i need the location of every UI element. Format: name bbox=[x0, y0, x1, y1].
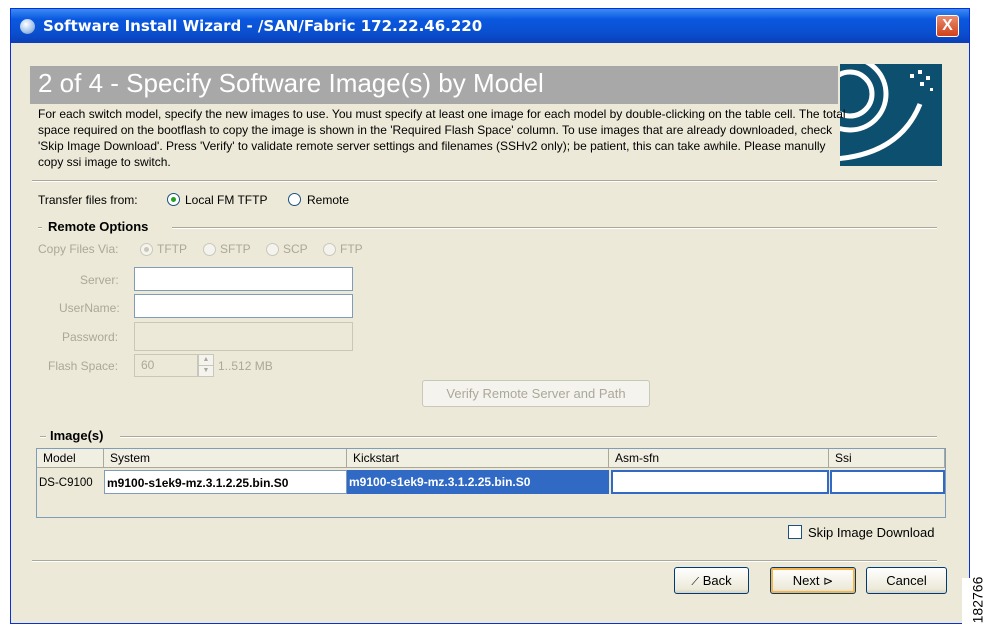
separator bbox=[32, 180, 937, 182]
column-header-system[interactable]: System bbox=[104, 449, 347, 468]
cell-ssi[interactable] bbox=[830, 470, 945, 494]
window-title: Software Install Wizard - /SAN/Fabric 17… bbox=[43, 17, 483, 35]
radio-local-tftp[interactable] bbox=[167, 193, 180, 206]
cell-asm-sfn[interactable] bbox=[611, 470, 829, 494]
flash-space-spinner[interactable]: ▲ ▼ bbox=[198, 354, 214, 377]
app-icon bbox=[20, 19, 35, 34]
password-input[interactable] bbox=[134, 322, 353, 351]
cell-kickstart[interactable]: m9100-s1ek9-mz.3.1.2.25.bin.S0 bbox=[347, 470, 609, 494]
flash-space-label: Flash Space: bbox=[48, 359, 119, 373]
flash-space-input[interactable]: 60 bbox=[134, 354, 198, 377]
flash-space-range: 1..512 MB bbox=[218, 359, 273, 373]
cisco-logo bbox=[840, 64, 942, 166]
username-label: UserName: bbox=[59, 301, 120, 315]
step-description: For each switch model, specify the new i… bbox=[38, 107, 846, 169]
group-line bbox=[38, 227, 42, 229]
next-arrow-icon: ⊳ bbox=[823, 574, 834, 588]
spinner-down-icon[interactable]: ▼ bbox=[199, 366, 213, 376]
figure-id-stamp: 182766 bbox=[962, 576, 986, 624]
radio-local-tftp-label[interactable]: Local FM TFTP bbox=[185, 193, 267, 207]
close-button[interactable]: X bbox=[936, 15, 959, 37]
radio-sftp[interactable] bbox=[203, 243, 216, 256]
cell-system[interactable]: m9100-s1ek9-mz.3.1.2.25.bin.S0 bbox=[104, 470, 347, 494]
radio-tftp-label[interactable]: TFTP bbox=[157, 242, 187, 256]
column-header-model[interactable]: Model bbox=[37, 449, 104, 468]
next-button-label: Next bbox=[792, 573, 820, 588]
transfer-label: Transfer files from: bbox=[38, 193, 138, 207]
step-header: 2 of 4 - Specify Software Image(s) by Mo… bbox=[30, 66, 838, 104]
group-line bbox=[172, 227, 937, 229]
radio-sftp-label[interactable]: SFTP bbox=[220, 242, 251, 256]
skip-download-label[interactable]: Skip Image Download bbox=[808, 525, 934, 540]
radio-ftp-label[interactable]: FTP bbox=[340, 242, 363, 256]
cancel-button[interactable]: Cancel bbox=[866, 567, 947, 594]
column-header-kickstart[interactable]: Kickstart bbox=[347, 449, 609, 468]
radio-ftp[interactable] bbox=[323, 243, 336, 256]
radio-scp[interactable] bbox=[266, 243, 279, 256]
back-button[interactable]: ⟋ Back bbox=[674, 567, 749, 594]
password-label: Password: bbox=[62, 330, 119, 344]
column-header-asm-sfn[interactable]: Asm-sfn bbox=[609, 449, 829, 468]
group-line bbox=[40, 436, 46, 438]
spinner-up-icon[interactable]: ▲ bbox=[199, 355, 213, 366]
radio-remote[interactable] bbox=[288, 193, 301, 206]
title-bar[interactable]: Software Install Wizard - /SAN/Fabric 17… bbox=[11, 9, 969, 43]
back-button-label: Back bbox=[702, 573, 732, 588]
copy-via-label: Copy Files Via: bbox=[38, 242, 119, 256]
step-title: 2 of 4 - Specify Software Image(s) by Mo… bbox=[38, 68, 544, 98]
figure-id-text: 182766 bbox=[969, 576, 986, 624]
radio-tftp[interactable] bbox=[140, 243, 153, 256]
images-table[interactable]: Model System Kickstart Asm-sfn Ssi DS-C9… bbox=[36, 448, 946, 518]
radio-remote-label[interactable]: Remote bbox=[307, 193, 349, 207]
images-title: Image(s) bbox=[50, 428, 104, 443]
verify-button[interactable]: Verify Remote Server and Path bbox=[422, 380, 650, 407]
cell-model[interactable]: DS-C9100 bbox=[37, 470, 103, 494]
radio-scp-label[interactable]: SCP bbox=[283, 242, 308, 256]
skip-download-checkbox[interactable] bbox=[788, 525, 802, 539]
group-line bbox=[120, 436, 937, 438]
server-label: Server: bbox=[80, 273, 119, 287]
username-input[interactable] bbox=[134, 294, 353, 318]
remote-options-title: Remote Options bbox=[48, 219, 149, 234]
column-header-ssi[interactable]: Ssi bbox=[829, 449, 945, 468]
separator bbox=[32, 560, 937, 562]
next-button[interactable]: Next ⊳ bbox=[770, 567, 856, 594]
server-input[interactable] bbox=[134, 267, 353, 291]
back-arrow-icon: ⟋ bbox=[691, 576, 700, 588]
